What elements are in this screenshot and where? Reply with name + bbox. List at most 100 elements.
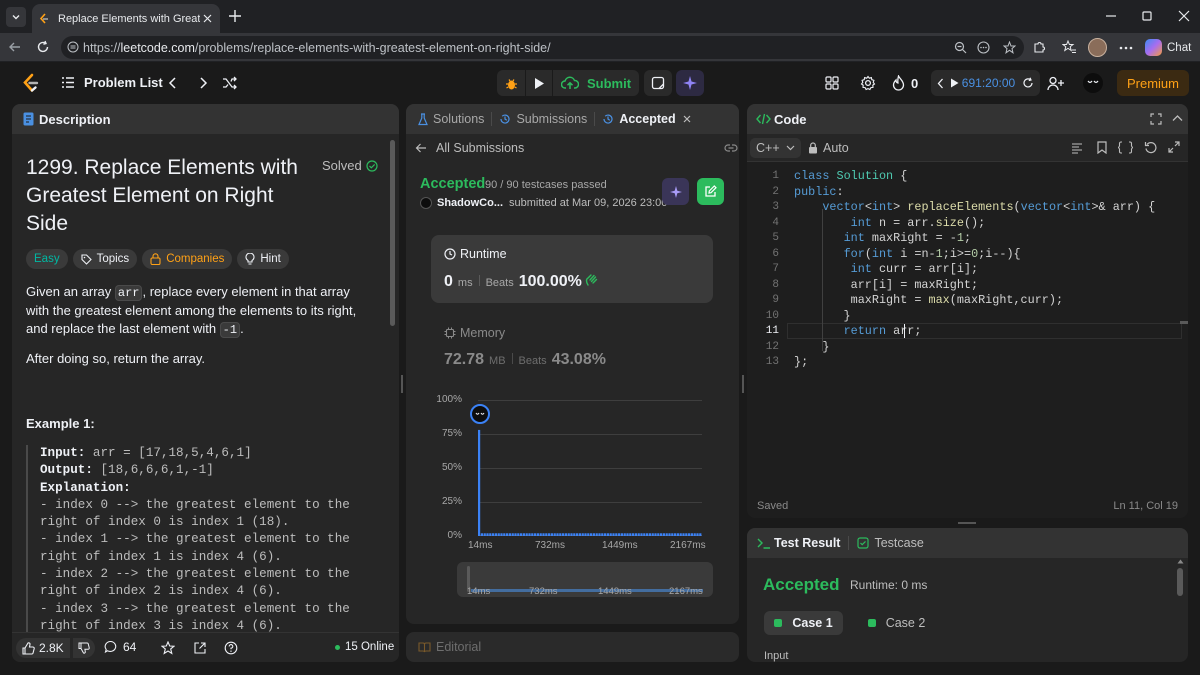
runtime-bar[interactable]: [688, 533, 691, 536]
runtime-bar[interactable]: [699, 533, 702, 536]
maximize-icon[interactable]: [1140, 9, 1154, 23]
runtime-bar[interactable]: [665, 533, 668, 536]
back-arrow-icon[interactable]: [8, 40, 22, 54]
runtime-bar[interactable]: [601, 533, 604, 536]
runtime-bar[interactable]: [553, 533, 556, 536]
like-button[interactable]: 2.8K: [16, 638, 70, 658]
runtime-bar[interactable]: [564, 533, 567, 536]
runtime-bar[interactable]: [534, 533, 537, 536]
runtime-bar[interactable]: [562, 533, 565, 536]
runtime-bar[interactable]: [576, 533, 579, 536]
runtime-bar[interactable]: [497, 533, 500, 536]
favorites-icon[interactable]: [1062, 40, 1077, 54]
runtime-bar[interactable]: [637, 533, 640, 536]
runtime-bar[interactable]: [626, 533, 629, 536]
copy-link-icon[interactable]: [724, 142, 738, 154]
runtime-bar[interactable]: [612, 533, 615, 536]
prev-problem-chevron-icon[interactable]: [168, 76, 178, 90]
runtime-bar[interactable]: [609, 533, 612, 536]
result-scrollbar[interactable]: [1177, 568, 1183, 596]
tab-submissions[interactable]: Submissions: [499, 112, 587, 126]
runtime-bar[interactable]: [587, 533, 590, 536]
dislike-button[interactable]: [73, 638, 95, 658]
profile-avatar[interactable]: [1088, 38, 1107, 57]
runtime-bar[interactable]: [696, 533, 699, 536]
runtime-bar[interactable]: [483, 533, 486, 536]
close-window-icon[interactable]: [1177, 9, 1191, 23]
new-tab-icon[interactable]: [227, 8, 243, 24]
bookmark-icon[interactable]: [1097, 141, 1107, 154]
code-line[interactable]: for(int i =n-1;i>=0;i--){: [794, 247, 1021, 261]
language-select[interactable]: C++: [750, 138, 801, 158]
runtime-bar[interactable]: [648, 533, 651, 536]
chart-range-slider[interactable]: 14ms 732ms 1449ms 2167ms: [457, 562, 713, 597]
timer-collapse-chevron-icon[interactable]: [937, 78, 944, 89]
runtime-bar[interactable]: [592, 533, 595, 536]
runtime-bar[interactable]: [651, 533, 654, 536]
runtime-bar[interactable]: [693, 533, 696, 536]
analyze-ai-button[interactable]: [662, 178, 689, 205]
runtime-bar[interactable]: [660, 533, 663, 536]
code-line[interactable]: public:: [794, 185, 844, 199]
description-tab[interactable]: Description: [23, 112, 111, 127]
memory-card[interactable]: Memory 72.78 MB Beats 43.08%: [431, 317, 713, 383]
runtime-bar[interactable]: [632, 533, 635, 536]
runtime-bar[interactable]: [685, 533, 688, 536]
zoom-icon[interactable]: [954, 41, 967, 54]
runtime-bar[interactable]: [500, 533, 503, 536]
notes-button[interactable]: [644, 70, 672, 96]
runtime-bar[interactable]: [494, 533, 497, 536]
code-line[interactable]: }: [794, 340, 829, 354]
runtime-bar[interactable]: [618, 533, 621, 536]
runtime-bar[interactable]: [676, 533, 679, 536]
leetcode-logo-icon[interactable]: [21, 73, 40, 94]
runtime-bar[interactable]: [640, 533, 643, 536]
tab-list-chevron-icon[interactable]: [6, 7, 26, 27]
help-icon[interactable]: [224, 641, 238, 655]
runtime-bar[interactable]: [478, 429, 481, 536]
expand-icon[interactable]: [1150, 113, 1162, 125]
runtime-bar[interactable]: [508, 533, 511, 536]
code-tab[interactable]: Code: [756, 112, 807, 127]
code-line[interactable]: };: [794, 355, 808, 369]
runtime-bar[interactable]: [590, 533, 593, 536]
runtime-bar[interactable]: [506, 533, 509, 536]
companies-tag[interactable]: Companies: [142, 249, 233, 269]
vertical-splitter-handle[interactable]: [742, 375, 744, 393]
runtime-bar[interactable]: [489, 533, 492, 536]
runtime-bar[interactable]: [671, 533, 674, 536]
ai-assistant-button[interactable]: [676, 70, 704, 96]
collapse-up-icon[interactable]: [1172, 114, 1183, 122]
scroll-up-arrow-icon[interactable]: [1177, 559, 1184, 564]
copilot-chat-button[interactable]: Chat: [1145, 38, 1191, 57]
runtime-bar[interactable]: [531, 533, 534, 536]
all-submissions-link[interactable]: All Submissions: [415, 141, 524, 155]
close-tab-icon[interactable]: [683, 115, 691, 123]
comments-button[interactable]: 64: [104, 640, 136, 654]
runtime-bar[interactable]: [598, 533, 601, 536]
runtime-bar[interactable]: [503, 533, 506, 536]
code-minimap-slider[interactable]: [1180, 321, 1188, 324]
topics-tag[interactable]: Topics: [72, 249, 138, 269]
runtime-bar[interactable]: [657, 533, 660, 536]
runtime-bar[interactable]: [528, 533, 531, 536]
site-info-icon[interactable]: [67, 41, 79, 53]
minimize-icon[interactable]: [1104, 9, 1118, 23]
reload-icon[interactable]: [36, 40, 50, 54]
address-bar[interactable]: https://leetcode.com/problems/replace-el…: [61, 36, 1024, 59]
premium-button[interactable]: Premium: [1117, 70, 1189, 96]
runtime-bar[interactable]: [581, 533, 584, 536]
code-line[interactable]: vector<int> replaceElements(vector<int>&…: [794, 200, 1155, 214]
tab-test-result[interactable]: Test Result: [757, 536, 840, 550]
case-1-tab[interactable]: Case 1: [764, 611, 843, 635]
runtime-bar[interactable]: [522, 533, 525, 536]
next-problem-chevron-icon[interactable]: [198, 76, 208, 90]
code-line[interactable]: class Solution {: [794, 169, 907, 183]
runtime-bar[interactable]: [570, 533, 573, 536]
tab-solutions[interactable]: Solutions: [418, 112, 484, 126]
settings-more-icon[interactable]: [1119, 46, 1133, 50]
runtime-bar[interactable]: [520, 533, 523, 536]
runtime-bar[interactable]: [517, 533, 520, 536]
runtime-bar[interactable]: [511, 533, 514, 536]
user-avatar[interactable]: [1083, 73, 1103, 93]
